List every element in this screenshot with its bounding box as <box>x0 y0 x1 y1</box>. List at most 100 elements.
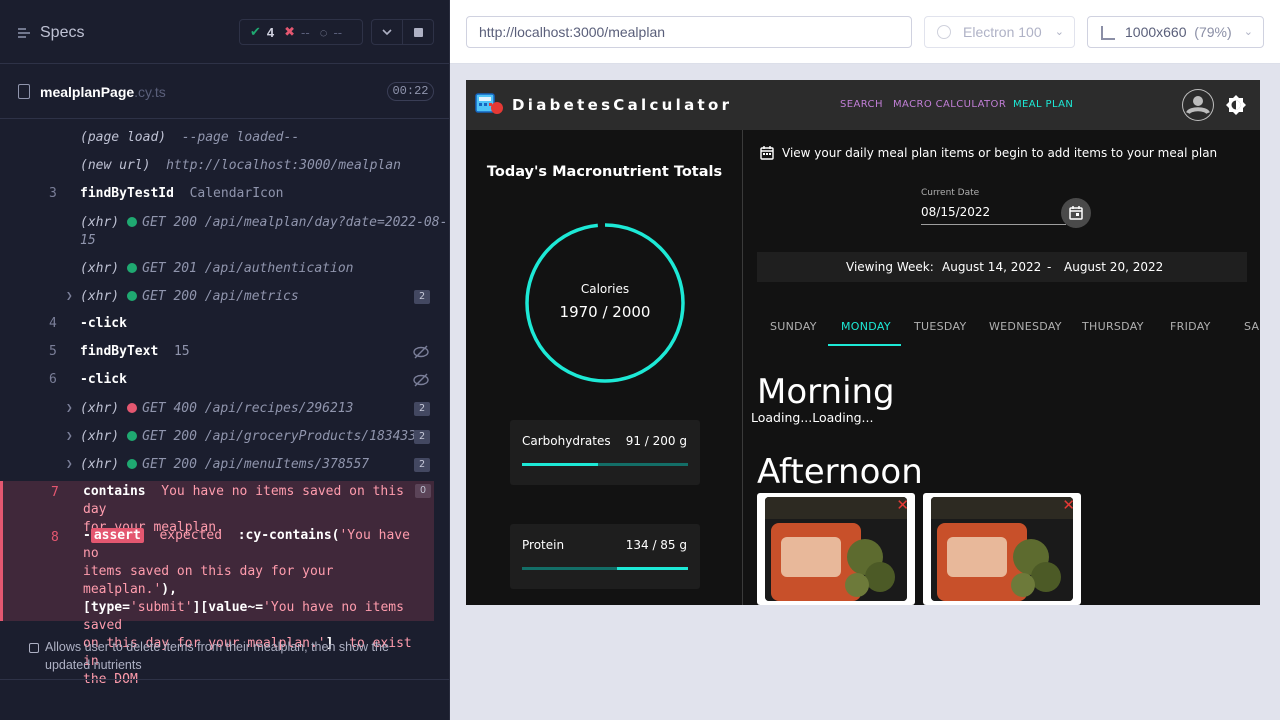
nav-search[interactable]: SEARCH <box>840 99 883 110</box>
tab-indicator <box>828 344 901 346</box>
pending-count: -- <box>333 24 343 40</box>
specs-list-icon[interactable] <box>17 26 31 40</box>
app-navbar: DiabetesCalculator SEARCH MACRO CALCULAT… <box>466 80 1260 130</box>
assert-selector: [type= <box>83 600 130 615</box>
spec-duration: 00:22 <box>387 82 434 101</box>
request-method: GET <box>142 215 166 230</box>
date-field[interactable]: 08/15/2022 <box>921 205 990 219</box>
command-name: (xhr) <box>80 289 120 304</box>
command-name: -click <box>80 372 127 387</box>
macro-name: Protein <box>522 538 565 552</box>
chevron-down-button[interactable] <box>371 19 403 45</box>
close-icon[interactable]: ✕ <box>896 496 909 514</box>
stop-button[interactable] <box>403 19 434 45</box>
nav-macro-calculator[interactable]: MACRO CALCULATOR <box>893 99 1006 110</box>
week-prefix: Viewing Week: <box>846 260 934 274</box>
tab-sunday[interactable]: SUNDAY <box>770 320 817 333</box>
spec-file-name[interactable]: mealplanPage.cy.ts <box>40 84 166 100</box>
test-title[interactable]: Allows user to delete items from their m… <box>45 638 415 674</box>
macro-name: Carbohydrates <box>522 434 611 448</box>
macro-value: 91 / 200 g <box>625 434 687 448</box>
pending-stat: ◌ -- <box>320 25 342 40</box>
food-image <box>765 497 907 601</box>
meal-item-card[interactable]: ✕ <box>923 493 1081 605</box>
chevron-right-icon[interactable]: ❯ <box>66 457 73 470</box>
command-name: contains <box>83 484 146 499</box>
command-name: findByTestId <box>80 186 174 201</box>
spinner-icon: ◌ <box>319 24 328 40</box>
tab-tuesday[interactable]: TUESDAY <box>914 320 966 333</box>
browser-selector[interactable]: Electron 100 ⌄ <box>924 16 1075 48</box>
url-bar[interactable]: http://localhost:3000/mealplan <box>466 16 912 48</box>
tab-friday[interactable]: FRIDAY <box>1170 320 1211 333</box>
assert-text: items saved on this day for your mealpla… <box>83 564 334 597</box>
nav-meal-plan[interactable]: MEAL PLAN <box>1013 99 1073 110</box>
test-stats: ✔ 4 ✖ -- ◌ -- <box>239 19 363 45</box>
request-status: 200 <box>173 289 197 304</box>
close-icon[interactable]: ✕ <box>1062 496 1075 514</box>
spec-file-basename: mealplanPage <box>40 84 135 100</box>
failed-command-block[interactable]: 7 contains You have no items saved on th… <box>0 481 434 687</box>
avatar[interactable] <box>1182 89 1214 121</box>
macro-value: 134 / 85 g <box>625 538 687 552</box>
document-icon <box>18 84 30 99</box>
count-badge: 2 <box>414 290 430 304</box>
test-status-icon <box>29 643 39 653</box>
brightness-icon[interactable] <box>1226 95 1246 115</box>
request-url: /api/metrics <box>204 289 299 304</box>
chevron-right-icon[interactable]: ❯ <box>66 289 73 302</box>
assert-dash: - <box>83 528 91 543</box>
week-separator: - <box>1047 260 1052 274</box>
command-name: (xhr) <box>80 457 120 472</box>
command-name: (xhr) <box>80 215 120 230</box>
food-image <box>931 497 1073 601</box>
meal-item-card[interactable]: ✕ <box>757 493 915 605</box>
command-number: 7 <box>51 485 59 500</box>
command-log-panel: Specs ✔ 4 ✖ -- ◌ -- mealplanPage.cy.ts 0… <box>0 0 450 720</box>
request-method: GET <box>142 289 166 304</box>
browser-name: Electron 100 <box>963 24 1042 40</box>
chevron-down-icon: ⌄ <box>1243 26 1253 38</box>
morning-heading: Morning <box>757 372 895 412</box>
command-message: http://localhost:3000/mealplan <box>166 158 401 173</box>
command-name: (xhr) <box>80 401 120 416</box>
stop-icon <box>414 28 423 37</box>
spec-file-ext: .cy.ts <box>134 84 166 100</box>
meal-plan-panel: View your daily meal plan items or begin… <box>744 130 1260 605</box>
command-number: 6 <box>49 372 57 387</box>
afternoon-heading: Afternoon <box>757 452 923 492</box>
tab-saturday[interactable]: SA <box>1244 320 1259 333</box>
specs-header: Specs ✔ 4 ✖ -- ◌ -- <box>0 0 449 64</box>
calculator-logo-icon[interactable] <box>475 92 503 116</box>
app-title[interactable]: DiabetesCalculator <box>512 96 732 114</box>
status-success-icon <box>127 217 138 227</box>
tab-thursday[interactable]: THURSDAY <box>1082 320 1144 333</box>
passed-stat: ✔ 4 <box>250 24 274 40</box>
command-message: CalendarIcon <box>189 186 284 201</box>
request-method: GET <box>142 429 166 444</box>
calendar-button[interactable] <box>1061 198 1091 228</box>
command-number: 8 <box>51 530 59 545</box>
request-url: /api/groceryProducts/183433 <box>204 429 417 444</box>
week-bar: Viewing Week: August 14, 2022 - August 2… <box>757 252 1247 282</box>
passed-count: 4 <box>266 24 275 40</box>
user-icon <box>1183 90 1213 120</box>
tab-monday[interactable]: MONDAY <box>841 320 891 333</box>
viewport-selector[interactable]: 1000x660 (79%) ⌄ <box>1087 16 1264 48</box>
assert-text: expected <box>159 528 223 543</box>
assert-selector: ), <box>161 582 177 597</box>
request-status: 200 <box>173 457 197 472</box>
spec-file-row: mealplanPage.cy.ts <box>0 64 449 119</box>
week-end: August 20, 2022 <box>1064 260 1164 274</box>
command-name: (xhr) <box>80 261 120 276</box>
request-status: 400 <box>173 401 197 416</box>
chevron-right-icon[interactable]: ❯ <box>66 401 73 414</box>
macro-progress-fill <box>616 567 688 570</box>
tab-wednesday[interactable]: WEDNESDAY <box>989 320 1062 333</box>
chevron-right-icon[interactable]: ❯ <box>66 429 73 442</box>
command-number: 3 <box>49 186 57 201</box>
specs-title[interactable]: Specs <box>40 24 84 42</box>
command-name: (new url) <box>80 158 151 173</box>
request-url-cont: 15 <box>80 233 96 248</box>
count-badge: 2 <box>414 430 430 444</box>
